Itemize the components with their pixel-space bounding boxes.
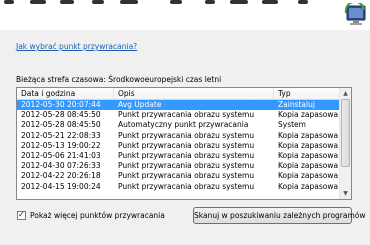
title-text-fragment [230, 0, 248, 4]
column-header-description[interactable]: Opis [114, 88, 274, 99]
row-description: Automatyczny punkt przywracania [118, 120, 249, 130]
show-more-restore-points-checkbox[interactable]: ✓ [17, 210, 26, 220]
row-date: 2012-04-15 19:00:24 [21, 181, 101, 191]
table-row[interactable]: 2012-04-30 07:26:33 Punkt przywracania o… [17, 161, 340, 171]
title-text-fragment [205, 0, 215, 4]
row-description: Punkt przywracania obrazu systemu [118, 150, 255, 160]
column-header-date[interactable]: Data i godzina [17, 88, 114, 99]
row-description: Punkt przywracania obrazu systemu [118, 110, 255, 120]
table-row[interactable]: 2012-04-22 20:26:18 Punkt przywracania o… [17, 171, 340, 181]
table-row[interactable]: 2012-05-28 08:45:50 Automatyczny punkt p… [17, 120, 340, 130]
row-type: System [278, 120, 306, 130]
timezone-label: Bieżąca strefa czasowa: Środkowoeuropejs… [16, 75, 222, 84]
row-type: Kopia zapasowa [278, 181, 339, 191]
scroll-up-icon[interactable]: ▲ [341, 89, 350, 98]
row-description: Punkt przywracania obrazu systemu [118, 181, 255, 191]
title-text-fragment [30, 0, 46, 4]
checkmark-icon: ✓ [18, 210, 25, 219]
row-type: Zainstaluj [278, 100, 315, 109]
scan-affected-programs-button[interactable]: Skanuj w poszukiwaniu zależnych programó… [193, 207, 366, 224]
row-date: 2012-05-21 22:08:33 [21, 130, 101, 140]
row-type: Kopia zapasowa [278, 171, 339, 181]
title-text-fragment [4, 0, 14, 4]
table-row[interactable]: 2012-05-13 19:00:22 Punkt przywracania o… [17, 141, 340, 151]
row-date: 2012-05-30 20:07:44 [21, 100, 101, 109]
table-row[interactable]: 2012-05-06 21:41:03 Punkt przywracania o… [17, 151, 340, 161]
restore-points-table: Data i godzina Opis Typ 2012-05-30 20:07… [16, 87, 352, 200]
row-description: Punkt przywracania obrazu systemu [118, 140, 255, 150]
title-text-fragment [262, 0, 278, 4]
show-more-restore-points-label[interactable]: Pokaż więcej punktów przywracania [30, 211, 165, 220]
title-text-fragment [60, 0, 74, 4]
title-text-fragment [92, 0, 104, 4]
row-type: Kopia zapasowa [278, 150, 339, 160]
table-row[interactable]: 2012-05-28 08:45:50 Punkt przywracania o… [17, 110, 340, 120]
row-description: Avg Update [118, 100, 162, 109]
system-restore-icon [344, 3, 366, 25]
row-type: Kopia zapasowa [278, 130, 339, 140]
row-description: Punkt przywracania obrazu systemu [118, 161, 255, 171]
row-date: 2012-05-28 08:45:50 [21, 110, 101, 120]
row-type: Kopia zapasowa [278, 110, 339, 120]
row-date: 2012-05-13 19:00:22 [21, 140, 101, 150]
vertical-scrollbar[interactable]: ▲ ▼ [339, 88, 351, 199]
row-description: Punkt przywracania obrazu systemu [118, 130, 255, 140]
table-row[interactable]: 2012-05-21 22:08:33 Punkt przywracania o… [17, 131, 340, 141]
table-body: 2012-05-30 20:07:44 Avg Update Zainstalu… [17, 100, 340, 192]
row-type: Kopia zapasowa [278, 161, 339, 171]
row-date: 2012-05-28 08:45:50 [21, 120, 101, 130]
scroll-down-icon[interactable]: ▼ [341, 189, 350, 198]
row-date: 2012-04-30 07:26:33 [21, 161, 101, 171]
row-description: Punkt przywracania obrazu systemu [118, 171, 255, 181]
table-header: Data i godzina Opis Typ [17, 88, 340, 100]
title-text-fragment [120, 0, 138, 4]
table-row[interactable]: 2012-04-15 19:00:24 Punkt przywracania o… [17, 182, 340, 192]
column-header-type[interactable]: Typ [274, 88, 340, 99]
table-row[interactable]: 2012-05-30 20:07:44 Avg Update Zainstalu… [17, 100, 340, 111]
title-area [0, 0, 370, 30]
row-type: Kopia zapasowa [278, 140, 339, 150]
title-text-fragment [298, 0, 308, 4]
row-date: 2012-04-22 20:26:18 [21, 171, 101, 181]
scrollbar-thumb[interactable] [341, 99, 350, 167]
restore-point-help-link[interactable]: Jak wybrać punkt przywracania? [16, 42, 137, 51]
title-text-fragment [170, 0, 182, 4]
row-date: 2012-05-06 21:41:03 [21, 150, 101, 160]
